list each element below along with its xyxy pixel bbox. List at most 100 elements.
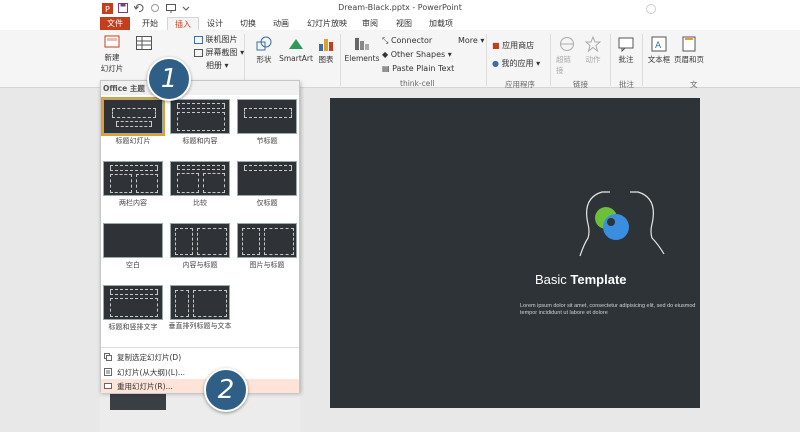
layout-label-title-only: 仅标题	[256, 199, 278, 207]
layout-title-content[interactable]	[170, 99, 230, 134]
think-cell-group-label: think-cell	[400, 79, 435, 88]
globe-icon	[560, 37, 574, 51]
comment-label: 批注	[618, 55, 634, 64]
smartart-button[interactable]: SmartArt	[279, 36, 313, 63]
layout-title-slide[interactable]	[101, 97, 165, 136]
comment-icon	[618, 37, 634, 52]
tab-home[interactable]: 开始	[135, 17, 165, 30]
more-button[interactable]: More ▾	[458, 36, 484, 45]
star-icon	[585, 36, 601, 52]
chart-icon	[319, 39, 333, 51]
smartart-icon	[289, 39, 303, 49]
slides-from-outline-item[interactable]: 幻灯片(从大纲)(L)...	[101, 365, 299, 379]
shapes-label: 形状	[256, 55, 272, 64]
action-button[interactable]: 动作	[583, 36, 603, 65]
placeholder	[110, 174, 132, 193]
online-pictures-label: 联机图片	[205, 35, 238, 44]
window-title: Dream-Black.pptx - PowerPoint	[338, 3, 462, 12]
ribbon-separator	[610, 34, 611, 86]
placeholder	[177, 112, 225, 131]
screenshot-icon	[194, 48, 203, 57]
placeholder	[110, 165, 158, 171]
chart-button[interactable]: 图表	[316, 36, 336, 65]
shapes-button[interactable]: 形状	[252, 36, 276, 65]
layout-comparison[interactable]	[170, 161, 230, 196]
tab-addins[interactable]: 加载项	[422, 17, 460, 30]
tab-insert[interactable]: 插入	[167, 17, 199, 30]
layout-two-content[interactable]	[103, 161, 163, 196]
online-pictures-icon	[194, 35, 203, 44]
placeholder	[244, 108, 292, 118]
tab-animations[interactable]: 动画	[266, 17, 296, 30]
textbox-icon: A	[651, 36, 667, 52]
placeholder	[177, 173, 199, 193]
connector-button[interactable]: ⤡ Connector	[382, 36, 432, 46]
layout-title-vertical-text[interactable]	[103, 285, 163, 320]
textbox-label: 文本框	[647, 55, 671, 64]
step-badge-1: 1	[147, 57, 191, 101]
tab-review[interactable]: 审阅	[355, 17, 385, 30]
placeholder	[175, 228, 193, 255]
other-shapes-label: Other Shapes	[390, 50, 446, 59]
screenshot-button[interactable]: 屏幕截图 ▾	[194, 47, 244, 58]
ribbon-separator	[486, 34, 487, 86]
layout-label-section-header: 节标题	[256, 137, 278, 145]
my-apps-button[interactable]: ● 我的应用 ▾	[492, 58, 540, 69]
layout-content-caption[interactable]	[170, 223, 230, 258]
smiley-icon	[645, 3, 657, 15]
title-bar: P Dream-Black.pptx - PowerPoint	[0, 0, 800, 16]
placeholder	[112, 108, 156, 118]
elements-icon	[355, 38, 369, 50]
hyperlink-button[interactable]: 超链接	[556, 36, 578, 76]
reuse-slides-icon	[104, 382, 112, 390]
layout-picture-caption[interactable]	[237, 223, 297, 258]
layout-title-only[interactable]	[237, 161, 297, 196]
paste-plain-text-button[interactable]: ▤ Paste Plain Text	[382, 64, 454, 73]
slides-from-outline-label: 幻灯片(从大纲)(L)...	[117, 368, 186, 377]
hyperlink-label: 超链接	[556, 55, 571, 75]
placeholder	[175, 290, 189, 317]
tab-view[interactable]: 视图	[389, 17, 419, 30]
textbox-button[interactable]: A 文本框	[646, 36, 672, 65]
online-pictures-button[interactable]: 联机图片	[194, 34, 238, 45]
tab-design[interactable]: 设计	[200, 17, 230, 30]
placeholder	[244, 165, 292, 171]
reuse-slides-label: 重用幻灯片(R)...	[117, 382, 173, 391]
header-footer-button[interactable]: 页眉和页	[674, 36, 704, 65]
other-shapes-button[interactable]: ◆ Other Shapes ▾	[382, 50, 452, 59]
other-shapes-icon: ◆	[382, 50, 389, 59]
smartart-label: SmartArt	[279, 54, 313, 63]
placeholder	[177, 103, 225, 109]
tab-file[interactable]: 文件	[100, 17, 130, 30]
store-icon: ■	[492, 41, 500, 50]
placeholder	[193, 290, 227, 317]
table-icon[interactable]	[136, 36, 152, 54]
ribbon-separator	[642, 34, 643, 86]
layout-section-header[interactable]	[237, 99, 297, 134]
placeholder	[110, 298, 158, 317]
layout-blank[interactable]	[103, 223, 163, 258]
template-logo-icon	[579, 191, 665, 257]
my-apps-icon: ●	[492, 59, 499, 68]
chart-label: 图表	[318, 55, 334, 64]
placeholder	[242, 228, 260, 255]
elements-button[interactable]: Elements	[344, 36, 380, 63]
svg-text:A: A	[655, 41, 662, 51]
tab-transitions[interactable]: 切换	[233, 17, 263, 30]
slide-title-normal: Basic	[535, 272, 571, 287]
reuse-slides-item[interactable]: 重用幻灯片(R)...	[101, 379, 299, 393]
album-button[interactable]: 相册 ▾	[206, 60, 229, 71]
comment-button[interactable]: 批注	[615, 36, 637, 65]
new-slide-button[interactable]: 新建 幻灯片	[100, 34, 124, 74]
duplicate-slides-item[interactable]: 复制选定幻灯片(D)	[101, 350, 299, 364]
slide-thumbnail[interactable]	[110, 394, 166, 410]
tab-slideshow[interactable]: 幻灯片放映	[300, 17, 354, 30]
app-store-button[interactable]: ■ 应用商店	[492, 40, 534, 51]
placeholder	[203, 173, 225, 193]
connector-label: Connector	[390, 36, 433, 45]
slide-title-bold: Template	[570, 272, 627, 287]
action-label: 动作	[585, 55, 601, 64]
duplicate-slides-label: 复制选定幻灯片(D)	[117, 353, 182, 362]
layout-vertical-title-text[interactable]	[170, 285, 230, 320]
placeholder	[110, 289, 158, 295]
